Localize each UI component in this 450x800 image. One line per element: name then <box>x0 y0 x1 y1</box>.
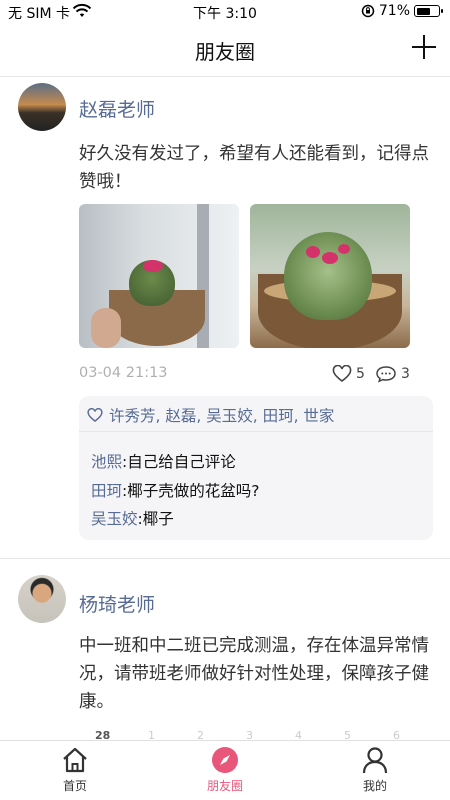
comment-item[interactable]: 吴玉姣:椰子 <box>91 507 174 529</box>
avatar[interactable] <box>18 83 66 131</box>
comment-text: 自己给自己评论 <box>127 453 236 471</box>
heart-icon <box>87 407 103 422</box>
heart-icon <box>332 365 352 383</box>
tab-label: 我的 <box>362 779 387 793</box>
post-time: 03-04 21:13 <box>79 365 168 381</box>
post-text: 中一班和中二班已完成测温，存在体温异常情况，请带班老师做好针对性处理，保障孩子健… <box>79 636 429 712</box>
comment-text: 椰子壳做的花盆吗? <box>127 482 260 500</box>
post-image[interactable] <box>250 204 410 348</box>
plus-icon[interactable] <box>412 35 436 59</box>
tab-mine[interactable]: 我的 <box>330 745 420 794</box>
status-bar: 无 SIM 卡 下午 3:10 71% <box>0 0 450 22</box>
user-icon <box>362 747 388 774</box>
page-title: 朋友圈 <box>195 40 255 64</box>
like-count: 5 <box>356 366 365 382</box>
post-author[interactable]: 赵磊老师 <box>79 95 155 122</box>
comment-text: 椰子 <box>142 510 174 528</box>
battery-icon <box>414 5 443 17</box>
interaction-box: 许秀芳, 赵磊, 吴玉姣, 田珂, 世家 池熙:自己给自己评论 田珂:椰子壳做的… <box>79 396 433 540</box>
home-icon <box>63 747 87 773</box>
comment-author[interactable]: 吴玉姣 <box>91 510 138 528</box>
tab-label: 朋友圈 <box>206 779 243 793</box>
comment-icon <box>376 366 396 383</box>
moments-feed[interactable]: 赵磊老师 好久没有发过了，希望有人还能看到，记得点赞哦！ 03-04 21:13 <box>0 77 450 741</box>
comment-count: 3 <box>401 366 410 382</box>
likers-list[interactable]: 许秀芳, 赵磊, 吴玉姣, 田珂, 世家 <box>109 404 334 426</box>
comment-author[interactable]: 池熙 <box>91 453 122 471</box>
comment-item[interactable]: 田珂:椰子壳做的花盆吗? <box>91 479 259 501</box>
battery-percent: 71% <box>378 3 410 19</box>
tab-home[interactable]: 首页 <box>30 745 120 794</box>
compass-icon <box>212 747 238 773</box>
comment-button[interactable]: 3 <box>375 365 410 383</box>
tab-moments[interactable]: 朋友圈 <box>180 745 270 794</box>
comment-author[interactable]: 田珂 <box>91 482 122 500</box>
post-image[interactable] <box>79 204 239 348</box>
tab-bar: 首页 朋友圈 我的 <box>0 740 450 800</box>
post-text: 好久没有发过了，希望有人还能看到，记得点赞哦！ <box>79 144 429 192</box>
tab-label: 首页 <box>62 779 87 793</box>
nav-bar: 朋友圈 <box>0 22 450 77</box>
post-card: 杨琦老师 中一班和中二班已完成测温，存在体温异常情况，请带班老师做好针对性处理，… <box>0 559 450 741</box>
rotation-lock-icon <box>361 4 375 18</box>
comment-item[interactable]: 池熙:自己给自己评论 <box>91 450 236 472</box>
likes-row: 许秀芳, 赵磊, 吴玉姣, 田珂, 世家 <box>87 404 334 426</box>
avatar[interactable] <box>18 575 66 623</box>
post-author[interactable]: 杨琦老师 <box>79 590 155 617</box>
like-button[interactable]: 5 <box>332 365 365 383</box>
post-card: 赵磊老师 好久没有发过了，希望有人还能看到，记得点赞哦！ 03-04 21:13 <box>0 77 450 557</box>
divider <box>79 431 433 432</box>
